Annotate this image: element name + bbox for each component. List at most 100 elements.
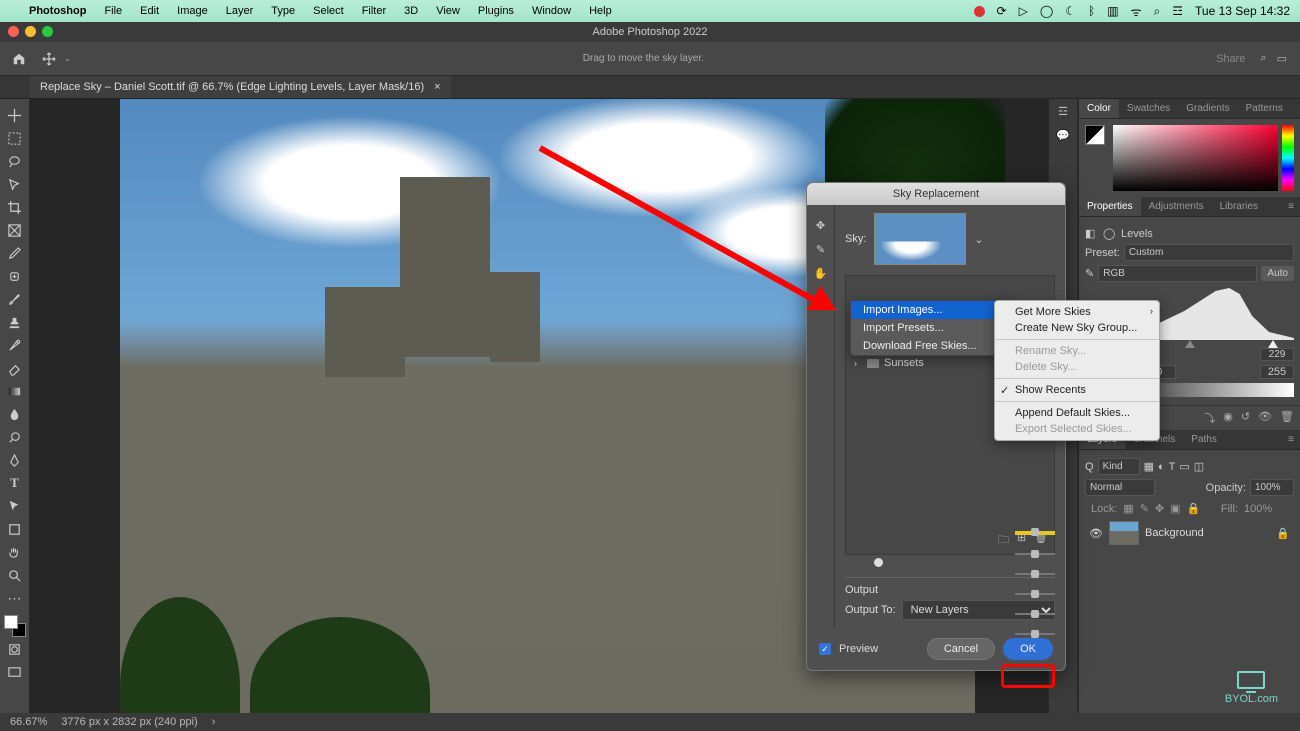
preset-new-folder-icon[interactable]: 🗀 (998, 531, 1009, 550)
opacity-value[interactable]: 100% (1250, 479, 1294, 496)
move-tool[interactable] (2, 104, 28, 126)
pen-tool[interactable] (2, 449, 28, 471)
strip-item-2[interactable]: 💬 (1049, 123, 1077, 147)
menu-file[interactable]: File (95, 5, 131, 17)
preset-select[interactable]: Custom (1124, 244, 1294, 261)
tool-dropdown-icon[interactable]: ⌄ (64, 54, 71, 63)
fill-value[interactable]: 100% (1244, 503, 1288, 515)
layers-panel-menu-icon[interactable]: ≡ (1282, 430, 1300, 449)
preview-checkbox[interactable]: ✓ (819, 643, 831, 655)
dlg-move-tool[interactable]: ✥ (807, 213, 834, 237)
menu-filter[interactable]: Filter (353, 5, 395, 17)
tab-paths[interactable]: Paths (1183, 430, 1225, 449)
filter-pixel-icon[interactable]: ▦ (1144, 460, 1154, 473)
tab-gradients[interactable]: Gradients (1178, 99, 1237, 118)
battery-icon[interactable]: ▥ (1107, 4, 1118, 18)
channel-select[interactable]: RGB (1098, 265, 1257, 282)
menu-3d[interactable]: 3D (395, 5, 427, 17)
menu-layer[interactable]: Layer (217, 5, 263, 17)
stop-icon[interactable]: ◯ (1040, 4, 1053, 18)
dialog-titlebar[interactable]: Sky Replacement (807, 183, 1065, 205)
menu-select[interactable]: Select (304, 5, 353, 17)
menu-download-free-skies[interactable]: Download Free Skies... (851, 337, 1013, 355)
kind-select[interactable]: Kind (1098, 458, 1140, 475)
cancel-button[interactable]: Cancel (927, 638, 995, 660)
document-tab[interactable]: Replace Sky – Daniel Scott.tif @ 66.7% (… (30, 76, 451, 98)
menubar-clock[interactable]: Tue 13 Sep 14:32 (1195, 4, 1290, 18)
filter-shape-icon[interactable]: ▭ (1179, 460, 1189, 473)
menu-view[interactable]: View (427, 5, 469, 17)
screen-mode[interactable] (2, 661, 28, 683)
hue-slider[interactable] (1282, 125, 1294, 191)
trash-icon[interactable]: 🗑 (1280, 410, 1294, 426)
heal-tool[interactable] (2, 265, 28, 287)
eyedropper-tool[interactable] (2, 242, 28, 264)
search-button[interactable]: ⌕ (1260, 52, 1266, 65)
lock-pixels-icon[interactable]: ✎ (1140, 502, 1149, 515)
tab-color[interactable]: Color (1079, 99, 1119, 118)
zoom-tool[interactable] (2, 564, 28, 586)
lasso-tool[interactable] (2, 150, 28, 172)
sky-thumbnail[interactable] (874, 213, 966, 265)
filter-adjust-icon[interactable]: ◐ (1158, 461, 1165, 473)
menu-edit[interactable]: Edit (131, 5, 168, 17)
status-zoom[interactable]: 66.67% (10, 716, 47, 728)
menu-app[interactable]: Photoshop (20, 5, 95, 17)
history-brush-tool[interactable] (2, 334, 28, 356)
color-swatches[interactable] (4, 615, 26, 637)
strip-item-1[interactable]: ☲ (1049, 99, 1077, 123)
edit-toolbar[interactable]: ⋯ (2, 587, 28, 609)
adjust-sliders[interactable] (1015, 513, 1055, 653)
menu-new-sky-group[interactable]: Create New Sky Group... (995, 320, 1159, 336)
shape-tool[interactable] (2, 518, 28, 540)
brush-tool[interactable] (2, 288, 28, 310)
tab-libraries[interactable]: Libraries (1212, 197, 1266, 216)
traffic-maximize[interactable] (42, 26, 53, 37)
menu-plugins[interactable]: Plugins (469, 5, 523, 17)
dlg-hand-tool[interactable]: ✋ (807, 261, 834, 285)
status-chevron-icon[interactable]: › (212, 716, 216, 728)
menu-import-presets[interactable]: Import Presets... (851, 319, 1013, 337)
search-icon[interactable]: ⌕ (1154, 4, 1161, 19)
dodge-tool[interactable] (2, 426, 28, 448)
workspace-button[interactable]: ▭ (1277, 52, 1287, 65)
sync-icon[interactable]: ⟳ (997, 4, 1007, 18)
lock-pos-icon[interactable]: ✥ (1155, 502, 1164, 515)
menu-append-default-skies[interactable]: Append Default Skies... (995, 405, 1159, 421)
share-button[interactable]: Share (1216, 53, 1245, 65)
lock-lock-icon[interactable]: 🔒 (1187, 502, 1201, 515)
color-picker-field[interactable] (1113, 125, 1278, 191)
move-tool-icon[interactable] (38, 48, 60, 70)
tab-adjustments[interactable]: Adjustments (1141, 197, 1212, 216)
blur-tool[interactable] (2, 403, 28, 425)
traffic-close[interactable] (8, 26, 19, 37)
view-prev-icon[interactable]: ◉ (1223, 410, 1233, 426)
tab-properties[interactable]: Properties (1079, 197, 1141, 216)
type-tool[interactable]: T (2, 472, 28, 494)
reset-icon[interactable]: ↺ (1241, 410, 1250, 426)
blend-mode[interactable]: Normal (1085, 479, 1155, 496)
auto-button[interactable]: Auto (1261, 266, 1294, 281)
sky-dropdown-icon[interactable]: ⌄ (974, 233, 984, 246)
hand-tool[interactable] (2, 541, 28, 563)
menu-window[interactable]: Window (523, 5, 580, 17)
layer-visibility-icon[interactable]: 👁 (1089, 527, 1103, 540)
clip-icon[interactable]: ⤵ (1204, 410, 1215, 426)
quick-mask[interactable] (2, 638, 28, 660)
frame-tool[interactable] (2, 219, 28, 241)
eraser-tool[interactable] (2, 357, 28, 379)
wifi-icon[interactable]: ᯤ (1131, 3, 1142, 20)
gradient-tool[interactable] (2, 380, 28, 402)
dlg-brush-tool[interactable]: ✎ (807, 237, 834, 261)
path-select-tool[interactable] (2, 495, 28, 517)
record-icon[interactable] (974, 6, 985, 17)
menu-help[interactable]: Help (580, 5, 621, 17)
moon-icon[interactable]: ☾ (1065, 4, 1076, 18)
eyedropper-black-icon[interactable]: ✎ (1085, 267, 1094, 280)
visibility-icon[interactable]: 👁 (1258, 410, 1272, 426)
tab-patterns[interactable]: Patterns (1238, 99, 1291, 118)
color-current-swatch[interactable] (1085, 125, 1105, 145)
traffic-minimize[interactable] (25, 26, 36, 37)
lock-all-icon[interactable]: ▦ (1123, 502, 1133, 515)
quick-select-tool[interactable] (2, 173, 28, 195)
